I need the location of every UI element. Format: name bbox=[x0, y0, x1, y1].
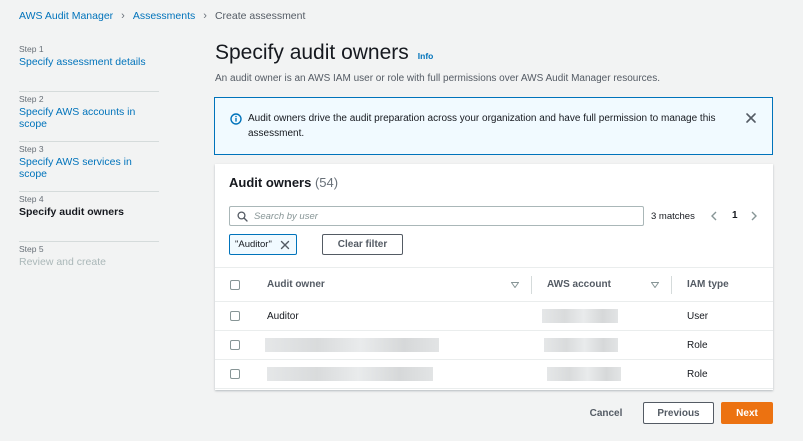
row-select-cell bbox=[215, 359, 257, 389]
redacted-account bbox=[544, 338, 618, 352]
step-2: Step 2 Specify AWS accounts in scope bbox=[19, 92, 159, 142]
search-field[interactable] bbox=[229, 206, 644, 226]
info-alert: Audit owners drive the audit preparation… bbox=[214, 97, 773, 155]
redacted-account bbox=[547, 367, 621, 381]
previous-button[interactable]: Previous bbox=[643, 402, 714, 424]
row-select-cell bbox=[215, 330, 257, 360]
clear-filter-button[interactable]: Clear filter bbox=[322, 234, 403, 255]
breadcrumb: AWS Audit Manager › Assessments › Create… bbox=[19, 10, 305, 22]
breadcrumb-current: Create assessment bbox=[214, 10, 306, 22]
info-icon bbox=[230, 113, 242, 125]
step-number: Step 1 bbox=[19, 44, 44, 54]
chevron-left-icon[interactable] bbox=[709, 210, 719, 222]
step-number: Step 3 bbox=[19, 144, 44, 154]
step-link-assessment-details[interactable]: Specify assessment details bbox=[19, 56, 159, 68]
header-select-cell bbox=[215, 267, 257, 302]
table-header-row: Audit owner AWS account IAM type bbox=[215, 267, 773, 302]
step-5: Step 5 Review and create bbox=[19, 242, 159, 292]
next-button[interactable]: Next bbox=[721, 402, 773, 424]
page-title: Specify audit owners bbox=[215, 41, 409, 64]
info-link[interactable]: Info bbox=[418, 51, 434, 61]
cancel-button[interactable]: Cancel bbox=[584, 403, 628, 424]
table-title-text: Audit owners bbox=[229, 175, 312, 190]
owner-cell bbox=[257, 359, 532, 389]
step-link-accounts-in-scope[interactable]: Specify AWS accounts in scope bbox=[19, 106, 159, 130]
page-description: An audit owner is an AWS IAM user or rol… bbox=[215, 73, 660, 84]
column-label: AWS account bbox=[547, 279, 611, 290]
filter-token: "Auditor" bbox=[229, 234, 297, 255]
step-number: Step 2 bbox=[19, 94, 44, 104]
wizard-steps: Step 1 Specify assessment details Step 2… bbox=[19, 42, 159, 292]
column-label: IAM type bbox=[687, 279, 729, 290]
step-number: Step 4 bbox=[19, 194, 44, 204]
filter-token-label: "Auditor" bbox=[235, 239, 272, 250]
owner-cell: Auditor bbox=[257, 301, 532, 331]
page-number[interactable]: 1 bbox=[732, 210, 738, 221]
row-select-cell bbox=[215, 301, 257, 331]
step-current-audit-owners: Specify audit owners bbox=[19, 206, 125, 218]
iam-type-cell: Role bbox=[672, 330, 773, 360]
table-title: Audit owners (54) bbox=[229, 175, 338, 190]
chevron-right-icon[interactable] bbox=[749, 210, 759, 222]
close-icon[interactable] bbox=[745, 112, 757, 124]
row-checkbox[interactable] bbox=[230, 311, 240, 321]
search-icon bbox=[237, 211, 248, 222]
iam-type-cell: Role bbox=[672, 359, 773, 389]
column-header-audit-owner[interactable]: Audit owner bbox=[257, 267, 532, 302]
step-3: Step 3 Specify AWS services in scope bbox=[19, 142, 159, 192]
owner-cell bbox=[257, 330, 532, 360]
account-cell bbox=[532, 301, 672, 331]
audit-owners-table: Audit owners (54) 3 matches 1 "Auditor" … bbox=[215, 164, 773, 390]
account-cell bbox=[532, 330, 672, 360]
column-header-iam-type[interactable]: IAM type bbox=[672, 267, 773, 302]
step-number: Step 5 bbox=[19, 244, 44, 254]
alert-text: Audit owners drive the audit preparation… bbox=[248, 113, 716, 139]
select-all-checkbox[interactable] bbox=[230, 279, 240, 290]
row-checkbox[interactable] bbox=[230, 340, 240, 350]
matches-count: 3 matches bbox=[651, 211, 695, 222]
page-header: Specify audit owners Info bbox=[215, 41, 433, 65]
table-row[interactable]: Role bbox=[215, 359, 773, 389]
table-row[interactable]: Auditor User bbox=[215, 301, 773, 331]
redacted-owner bbox=[267, 367, 433, 381]
close-icon[interactable] bbox=[280, 240, 290, 250]
table-row[interactable]: Role bbox=[215, 330, 773, 360]
column-header-aws-account[interactable]: AWS account bbox=[532, 267, 672, 302]
table-count: (54) bbox=[314, 175, 339, 190]
redacted-account bbox=[542, 309, 618, 323]
sort-down-icon bbox=[511, 282, 519, 288]
step-1: Step 1 Specify assessment details bbox=[19, 42, 159, 92]
step-link-services-in-scope[interactable]: Specify AWS services in scope bbox=[19, 156, 159, 180]
breadcrumb-assessments[interactable]: Assessments bbox=[133, 10, 195, 22]
sort-down-icon bbox=[651, 282, 659, 288]
step-review-and-create: Review and create bbox=[19, 256, 106, 268]
column-label: Audit owner bbox=[267, 279, 325, 290]
iam-type-cell: User bbox=[672, 301, 773, 331]
search-input[interactable] bbox=[254, 209, 634, 223]
step-4: Step 4 Specify audit owners bbox=[19, 192, 159, 242]
row-checkbox[interactable] bbox=[230, 369, 240, 379]
breadcrumb-audit-manager[interactable]: AWS Audit Manager bbox=[19, 10, 113, 22]
chevron-right-icon: › bbox=[203, 10, 207, 22]
chevron-right-icon: › bbox=[121, 10, 125, 22]
redacted-owner bbox=[265, 338, 439, 352]
owners-table: Audit owner AWS account IAM type Auditor bbox=[215, 267, 773, 389]
account-cell bbox=[532, 359, 672, 389]
